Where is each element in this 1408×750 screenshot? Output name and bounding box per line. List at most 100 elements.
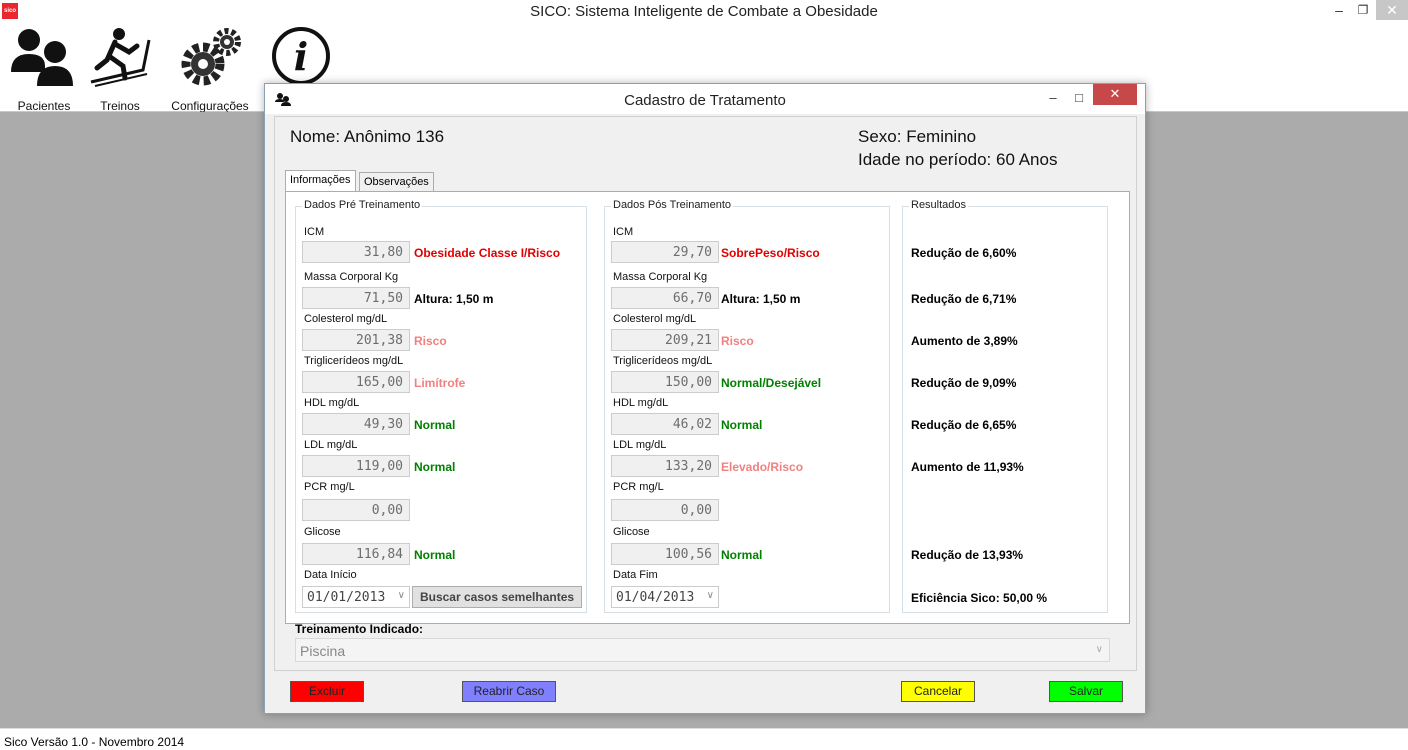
dialog-title: Cadastro de Tratamento (624, 92, 786, 109)
save-button[interactable]: Salvar (1049, 681, 1123, 702)
field-label: HDL mg/dL (304, 397, 360, 409)
field-label: Glicose (613, 526, 650, 538)
end-date-value: 01/04/2013 (616, 590, 695, 605)
result-glicose: Redução de 13,93% (911, 548, 1024, 562)
training-select[interactable]: Piscina ∨ (295, 638, 1110, 662)
pre-massa-value[interactable]: 71,50 (302, 287, 410, 309)
training-value: Piscina (300, 643, 346, 659)
post-massa-value[interactable]: 66,70 (611, 287, 719, 309)
svg-text:i: i (294, 34, 308, 79)
toolbar-treinos[interactable]: Treinos (80, 26, 160, 113)
dialog-close-button[interactable]: ✕ (1093, 84, 1137, 105)
post-pcr-value[interactable]: 0,00 (611, 499, 719, 521)
dialog-content: Nome: Anônimo 136 Sexo: Feminino Idade n… (274, 116, 1137, 671)
dialog-maximize-button[interactable]: □ (1067, 88, 1091, 108)
field-label: ICM (613, 226, 634, 238)
pre-ldl-status: Normal (414, 460, 456, 474)
post-ldl-value[interactable]: 133,20 (611, 455, 719, 477)
pre-triglicerideos-status: Limítrofe (414, 376, 466, 390)
chevron-down-icon[interactable]: ∨ (707, 590, 714, 601)
field-label: Data Fim (613, 569, 658, 581)
field-label: LDL mg/dL (613, 439, 667, 451)
post-colesterol-status: Risco (721, 334, 754, 348)
post-ldl-status: Elevado/Risco (721, 460, 804, 474)
field-label: Data Início (304, 569, 357, 581)
pre-colesterol-value[interactable]: 201,38 (302, 329, 410, 351)
group-title: Dados Pré Treinamento (302, 199, 423, 211)
post-triglicerideos-status: Normal/Desejável (721, 376, 822, 390)
post-icm-value[interactable]: 29,70 (611, 241, 719, 263)
delete-button[interactable]: Excluir (290, 681, 364, 702)
post-hdl-value[interactable]: 46,02 (611, 413, 719, 435)
result-ldl: Aumento de 11,93% (911, 460, 1024, 474)
patient-name: Nome: Anônimo 136 (290, 127, 445, 146)
field-label: PCR mg/L (613, 481, 664, 493)
group-post-treatment: Dados Pós Treinamento ICM 29,70 SobrePes… (604, 199, 890, 613)
field-label: Triglicerídeos mg/dL (304, 355, 404, 367)
field-label: PCR mg/L (304, 481, 355, 493)
gears-icon (181, 28, 241, 86)
result-colesterol: Aumento de 3,89% (911, 334, 1018, 348)
close-button[interactable]: ✕ (1376, 0, 1408, 20)
field-label: Triglicerídeos mg/dL (613, 355, 713, 367)
post-icm-status: SobrePeso/Risco (721, 246, 820, 260)
pre-icm-status: Obesidade Classe I/Risco (414, 246, 561, 260)
info-icon: i (272, 27, 330, 85)
toolbar-label: Treinos (100, 99, 140, 113)
status-bar: Sico Versão 1.0 - Novembro 2014 (0, 728, 1408, 750)
toolbar-configuracoes[interactable]: Configurações (170, 26, 250, 113)
training-label: Treinamento Indicado: (295, 622, 424, 636)
toolbar-pacientes[interactable]: Pacientes (4, 26, 84, 113)
post-height-label: Altura: 1,50 m (721, 292, 801, 306)
start-date-value: 01/01/2013 (307, 590, 386, 605)
post-colesterol-value[interactable]: 209,21 (611, 329, 719, 351)
field-label: HDL mg/dL (613, 397, 669, 409)
app-titlebar: sico SICO: Sistema Inteligente de Combat… (0, 0, 1408, 22)
patients-icon (11, 29, 73, 86)
tab-informacoes[interactable]: Informações (285, 170, 356, 191)
chevron-down-icon[interactable]: ∨ (398, 590, 405, 601)
field-label: Massa Corporal Kg (613, 271, 708, 283)
post-triglicerideos-value[interactable]: 150,00 (611, 371, 719, 393)
pre-height-label: Altura: 1,50 m (414, 292, 494, 306)
pre-colesterol-status: Risco (414, 334, 447, 348)
result-hdl: Redução de 6,65% (911, 418, 1017, 432)
dialog-minimize-button[interactable]: – (1041, 88, 1065, 108)
dialog-titlebar: Cadastro de Tratamento – □ ✕ (265, 84, 1145, 114)
pre-icm-value[interactable]: 31,80 (302, 241, 410, 263)
field-label: ICM (304, 226, 325, 238)
pre-ldl-value[interactable]: 119,00 (302, 455, 410, 477)
start-date-picker[interactable]: 01/01/2013 ∨ (302, 586, 410, 608)
sico-efficiency: Eficiência Sico: 50,00 % (911, 591, 1048, 605)
pre-glicose-status: Normal (414, 548, 456, 562)
end-date-picker[interactable]: 01/04/2013 ∨ (611, 586, 719, 608)
pre-triglicerideos-value[interactable]: 165,00 (302, 371, 410, 393)
field-label: Massa Corporal Kg (304, 271, 399, 283)
app-title: SICO: Sistema Inteligente de Combate a O… (530, 3, 878, 20)
field-label: Colesterol mg/dL (304, 313, 388, 325)
result-triglicerideos: Redução de 9,09% (911, 376, 1017, 390)
result-icm: Redução de 6,60% (911, 246, 1017, 260)
cancel-button[interactable]: Cancelar (901, 681, 975, 702)
treadmill-icon (90, 28, 151, 87)
result-massa: Redução de 6,71% (911, 292, 1017, 306)
toolbar-label: Configurações (171, 99, 249, 113)
group-title: Dados Pós Treinamento (611, 199, 734, 211)
minimize-button[interactable]: – (1326, 0, 1352, 20)
pre-pcr-value[interactable]: 0,00 (302, 499, 410, 521)
restore-button[interactable]: ❐ (1350, 0, 1376, 20)
pre-glicose-value[interactable]: 116,84 (302, 543, 410, 565)
field-label: Colesterol mg/dL (613, 313, 697, 325)
pre-hdl-value[interactable]: 49,30 (302, 413, 410, 435)
toolbar-label: Pacientes (17, 99, 71, 113)
search-similar-cases-button[interactable]: Buscar casos semelhantes (412, 586, 582, 608)
field-label: Glicose (304, 526, 341, 538)
reopen-case-button[interactable]: Reabrir Caso (462, 681, 556, 702)
post-glicose-value[interactable]: 100,56 (611, 543, 719, 565)
tab-observacoes[interactable]: Observações (359, 172, 434, 192)
chevron-down-icon: ∨ (1095, 644, 1103, 655)
patient-sex: Sexo: Feminino (858, 127, 977, 146)
post-hdl-status: Normal (721, 418, 763, 432)
group-pre-treatment: Dados Pré Treinamento ICM 31,80 Obesidad… (295, 199, 587, 613)
patient-age: Idade no período: 60 Anos (858, 150, 1058, 169)
